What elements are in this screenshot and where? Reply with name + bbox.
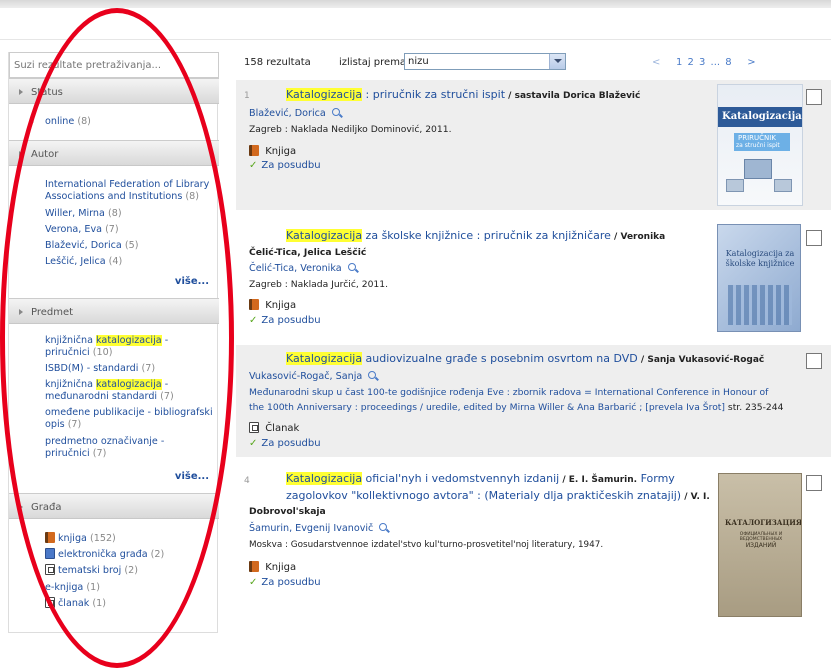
result-type: Knjiga xyxy=(249,145,296,157)
check-icon: ✓ xyxy=(249,577,258,588)
result-publication: Moskva : Gosudarstvennoe izdatel'stvo ku… xyxy=(249,540,604,550)
facet-item-material[interactable]: članak (1) xyxy=(45,597,106,610)
result-title[interactable]: Katalogizacija : priručnik za stručni is… xyxy=(286,87,640,104)
facet-header-status[interactable]: Status xyxy=(9,78,219,104)
result-author[interactable]: Šamurin, Evgenij Ivanovič xyxy=(249,523,388,534)
search-icon[interactable] xyxy=(379,523,388,531)
facet-header-subject[interactable]: Predmet xyxy=(9,298,219,324)
next-page-icon[interactable]: > xyxy=(747,57,755,68)
dropdown-arrow-icon[interactable] xyxy=(549,54,565,69)
expand-arrow-icon xyxy=(19,504,23,510)
facet-sidebar: Status online (8) Autor International Fe… xyxy=(8,52,219,633)
facet-item-subject[interactable]: omeđene publikacije - bibliografski opis… xyxy=(45,407,213,431)
refine-search-input[interactable] xyxy=(9,52,219,78)
article-icon xyxy=(249,422,259,433)
availability[interactable]: ✓ Za posudbu xyxy=(249,160,321,171)
result-source[interactable]: Međunarodni skup u čast 100-te godišnjic… xyxy=(249,385,819,415)
pagination[interactable]: < 1 2 3 ... 8 > xyxy=(652,57,756,68)
bullet-icon xyxy=(31,119,34,125)
availability[interactable]: ✓ Za posudbu xyxy=(249,315,321,326)
result-item: 4 Katalogizacija oficial'nyh i vedomstve… xyxy=(236,467,831,633)
search-icon[interactable] xyxy=(368,371,377,379)
facet-item-author[interactable]: Leščić, Jelica (4) xyxy=(45,256,122,268)
search-icon[interactable] xyxy=(347,263,356,271)
result-responsibility: Dobrovol'skaja xyxy=(249,506,326,517)
more-subjects-link[interactable]: više... xyxy=(175,471,209,482)
toolbar-bar xyxy=(0,0,831,8)
facet-item-online[interactable]: online (8) xyxy=(45,116,91,128)
facet-item-author[interactable]: Verona, Eva (7) xyxy=(45,224,119,236)
select-checkbox[interactable] xyxy=(806,230,822,246)
search-icon[interactable] xyxy=(331,108,340,116)
availability[interactable]: ✓ Za posudbu xyxy=(249,577,321,588)
facet-item-subject[interactable]: predmetno označivanje - priručnici (7) xyxy=(45,436,164,460)
check-icon: ✓ xyxy=(249,160,258,171)
select-checkbox[interactable] xyxy=(806,353,822,369)
facet-item-material[interactable]: tematski broj (2) xyxy=(45,564,138,577)
book-cover-image[interactable]: Katalogizacija PRIRUČNIK za stručni ispi… xyxy=(717,84,803,206)
check-icon: ✓ xyxy=(249,438,258,449)
facet-item-subject[interactable]: ISBD(M) - standardi (7) xyxy=(45,363,155,375)
book-icon xyxy=(249,299,259,310)
book-icon xyxy=(45,532,55,543)
result-item: 1 Katalogizacija : priručnik za stručni … xyxy=(236,80,831,210)
result-number: 1 xyxy=(244,91,250,101)
facet-item-material[interactable]: e-knjiga (1) xyxy=(45,582,100,594)
result-publication: Zagreb : Naklada Nediljko Dominović, 201… xyxy=(249,124,452,135)
electronic-icon xyxy=(45,548,55,559)
facet-header-material[interactable]: Građa xyxy=(9,493,219,519)
sort-select[interactable]: nizu xyxy=(404,53,566,70)
result-item: Katalogizacija za školske knjižnice : pr… xyxy=(236,222,831,334)
availability[interactable]: ✓ Za posudbu xyxy=(249,438,321,449)
result-author[interactable]: Vukasović-Rogač, Sanja xyxy=(249,371,377,382)
more-authors-link[interactable]: više... xyxy=(175,276,209,287)
prev-page-icon[interactable]: < xyxy=(652,57,660,68)
facet-header-author[interactable]: Autor xyxy=(9,140,219,166)
select-checkbox[interactable] xyxy=(806,89,822,105)
result-title[interactable]: Katalogizacija oficial'nyh i vedomstvenn… xyxy=(286,471,716,505)
result-responsibility: Čelić-Tica, Jelica Leščić xyxy=(249,247,367,258)
result-title[interactable]: Katalogizacija za školske knjižnice : pr… xyxy=(286,228,665,245)
facet-item-author[interactable]: Blažević, Dorica (5) xyxy=(45,240,138,252)
result-type: Knjiga xyxy=(249,299,296,311)
facet-item-author[interactable]: Willer, Mirna (8) xyxy=(45,208,122,220)
article-icon xyxy=(45,564,55,575)
select-checkbox[interactable] xyxy=(806,475,822,491)
result-count: 158 rezultata xyxy=(244,57,311,68)
facet-item-subject[interactable]: knjižnična katalogizacija - priručnici (… xyxy=(45,335,168,359)
article-icon xyxy=(45,597,55,608)
facet-item-material[interactable]: knjiga (152) xyxy=(45,532,116,545)
sort-label: izlistaj prema xyxy=(339,57,407,68)
result-title[interactable]: Katalogizacija audiovizualne građe s pos… xyxy=(286,351,764,368)
result-author[interactable]: Čelić-Tica, Veronika xyxy=(249,263,356,274)
expand-arrow-icon xyxy=(19,89,23,95)
book-icon xyxy=(249,145,259,156)
result-publication: Zagreb : Naklada Jurčić, 2011. xyxy=(249,279,389,290)
facet-item-subject[interactable]: knjižnična katalogizacija - međunarodni … xyxy=(45,379,174,403)
result-type: Članak xyxy=(249,422,299,434)
result-number: 4 xyxy=(244,476,250,486)
book-cover-image[interactable]: Katalogizacija za školske knjižnice xyxy=(717,224,801,332)
result-item: Katalogizacija audiovizualne građe s pos… xyxy=(236,345,831,457)
result-author[interactable]: Blažević, Dorica xyxy=(249,108,340,119)
check-icon: ✓ xyxy=(249,315,258,326)
browser-toolbar-strip xyxy=(0,0,831,40)
page-links[interactable]: 1 2 3 ... 8 xyxy=(676,57,732,68)
facet-item-material[interactable]: elektronička građa (2) xyxy=(45,548,164,561)
expand-arrow-icon xyxy=(19,309,23,315)
expand-arrow-icon xyxy=(19,151,23,157)
result-type: Knjiga xyxy=(249,561,296,573)
facet-item-author[interactable]: International Federation of Library Asso… xyxy=(45,179,209,203)
book-cover-image[interactable]: КАТАЛОГИЗАЦИЯ ОФИЦИАЛЬНЫХ И ВЕДОМСТВЕННЫ… xyxy=(718,473,802,617)
book-icon xyxy=(249,561,259,572)
